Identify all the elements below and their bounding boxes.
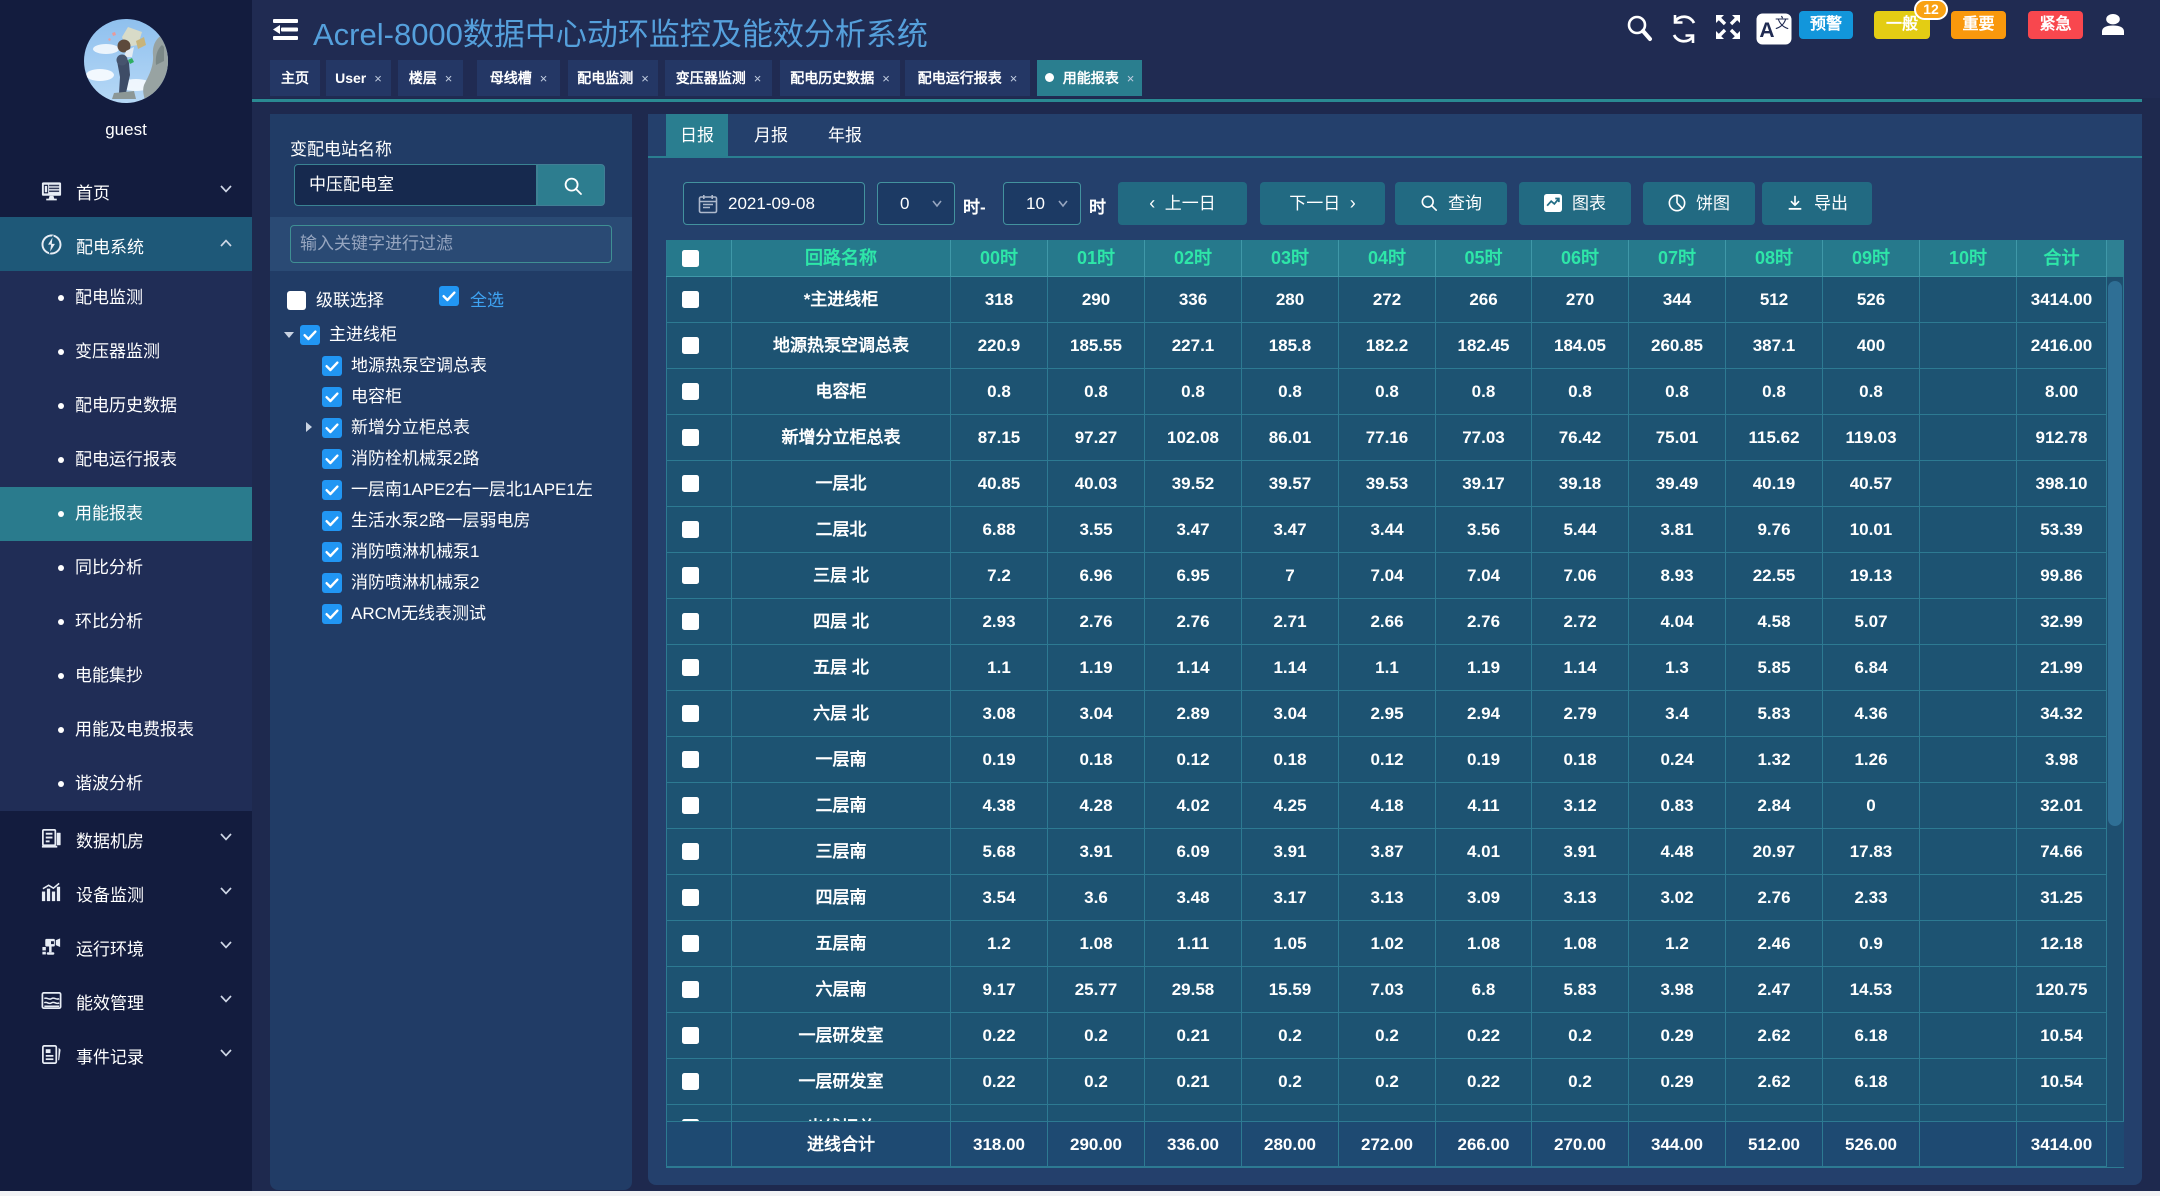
svg-text:A: A: [1759, 19, 1774, 42]
svg-text:文: 文: [1775, 15, 1789, 31]
